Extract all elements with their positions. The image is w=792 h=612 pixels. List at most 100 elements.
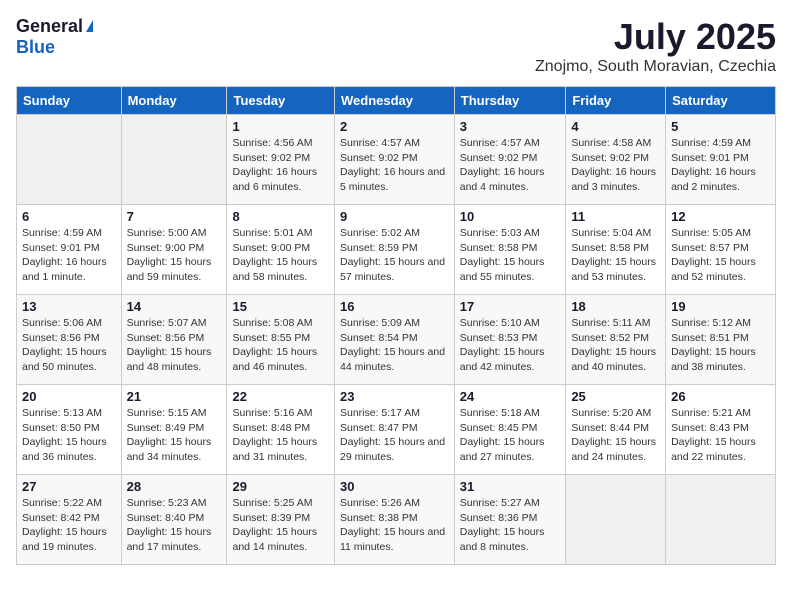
- table-row: [17, 115, 122, 205]
- day-info: Sunrise: 5:04 AMSunset: 8:58 PMDaylight:…: [571, 226, 660, 285]
- day-number: 27: [22, 479, 116, 494]
- day-info: Sunrise: 5:00 AMSunset: 9:00 PMDaylight:…: [127, 226, 222, 285]
- day-info: Sunrise: 5:06 AMSunset: 8:56 PMDaylight:…: [22, 316, 116, 375]
- day-number: 7: [127, 209, 222, 224]
- table-row: 11 Sunrise: 5:04 AMSunset: 8:58 PMDayligh…: [566, 205, 666, 295]
- day-info: Sunrise: 5:25 AMSunset: 8:39 PMDaylight:…: [232, 496, 329, 555]
- col-saturday: Saturday: [666, 87, 776, 115]
- day-info: Sunrise: 5:22 AMSunset: 8:42 PMDaylight:…: [22, 496, 116, 555]
- day-number: 31: [460, 479, 561, 494]
- day-info: Sunrise: 5:20 AMSunset: 8:44 PMDaylight:…: [571, 406, 660, 465]
- calendar-week-row: 1 Sunrise: 4:56 AMSunset: 9:02 PMDaylight…: [17, 115, 776, 205]
- table-row: 21 Sunrise: 5:15 AMSunset: 8:49 PMDayligh…: [121, 385, 227, 475]
- calendar-week-row: 13 Sunrise: 5:06 AMSunset: 8:56 PMDayligh…: [17, 295, 776, 385]
- logo-blue: Blue: [16, 37, 55, 57]
- day-number: 16: [340, 299, 449, 314]
- table-row: 17 Sunrise: 5:10 AMSunset: 8:53 PMDayligh…: [454, 295, 566, 385]
- day-number: 24: [460, 389, 561, 404]
- table-row: 10Sunrise: 5:03 AMSunset: 8:58 PMDayligh…: [454, 205, 566, 295]
- table-row: 24 Sunrise: 5:18 AMSunset: 8:45 PMDayligh…: [454, 385, 566, 475]
- table-row: [566, 475, 666, 565]
- day-info: Sunrise: 5:11 AMSunset: 8:52 PMDaylight:…: [571, 316, 660, 375]
- day-number: 29: [232, 479, 329, 494]
- logo-triangle-icon: [86, 20, 93, 32]
- calendar-title: July 2025: [535, 16, 776, 58]
- day-number: 3: [460, 119, 561, 134]
- day-info: Sunrise: 5:16 AMSunset: 8:48 PMDaylight:…: [232, 406, 329, 465]
- day-info: Sunrise: 4:56 AMSunset: 9:02 PMDaylight:…: [232, 136, 329, 195]
- day-number: 13: [22, 299, 116, 314]
- day-number: 17: [460, 299, 561, 314]
- day-info: Sunrise: 5:23 AMSunset: 8:40 PMDaylight:…: [127, 496, 222, 555]
- day-number: 25: [571, 389, 660, 404]
- day-info: Sunrise: 5:03 AMSunset: 8:58 PMDaylight:…: [460, 226, 561, 285]
- day-info: Sunrise: 5:12 AMSunset: 8:51 PMDaylight:…: [671, 316, 770, 375]
- day-number: 4: [571, 119, 660, 134]
- table-row: 28 Sunrise: 5:23 AMSunset: 8:40 PMDayligh…: [121, 475, 227, 565]
- day-number: 2: [340, 119, 449, 134]
- table-row: 4 Sunrise: 4:58 AMSunset: 9:02 PMDaylight…: [566, 115, 666, 205]
- day-info: Sunrise: 5:02 AMSunset: 8:59 PMDaylight:…: [340, 226, 449, 285]
- day-info: Sunrise: 5:21 AMSunset: 8:43 PMDaylight:…: [671, 406, 770, 465]
- day-info: Sunrise: 5:13 AMSunset: 8:50 PMDaylight:…: [22, 406, 116, 465]
- table-row: 19 Sunrise: 5:12 AMSunset: 8:51 PMDayligh…: [666, 295, 776, 385]
- day-info: Sunrise: 5:01 AMSunset: 9:00 PMDaylight:…: [232, 226, 329, 285]
- table-row: 27 Sunrise: 5:22 AMSunset: 8:42 PMDayligh…: [17, 475, 122, 565]
- table-row: 23 Sunrise: 5:17 AMSunset: 8:47 PMDayligh…: [334, 385, 454, 475]
- day-info: Sunrise: 5:10 AMSunset: 8:53 PMDaylight:…: [460, 316, 561, 375]
- calendar-week-row: 27 Sunrise: 5:22 AMSunset: 8:42 PMDayligh…: [17, 475, 776, 565]
- col-wednesday: Wednesday: [334, 87, 454, 115]
- table-row: 9Sunrise: 5:02 AMSunset: 8:59 PMDaylight…: [334, 205, 454, 295]
- day-number: 8: [232, 209, 329, 224]
- day-number: 12: [671, 209, 770, 224]
- day-number: 23: [340, 389, 449, 404]
- table-row: 13 Sunrise: 5:06 AMSunset: 8:56 PMDayligh…: [17, 295, 122, 385]
- calendar-header-row: Sunday Monday Tuesday Wednesday Thursday…: [17, 87, 776, 115]
- table-row: 6 Sunrise: 4:59 AMSunset: 9:01 PMDaylight…: [17, 205, 122, 295]
- day-number: 28: [127, 479, 222, 494]
- day-info: Sunrise: 5:15 AMSunset: 8:49 PMDaylight:…: [127, 406, 222, 465]
- col-sunday: Sunday: [17, 87, 122, 115]
- calendar-table: Sunday Monday Tuesday Wednesday Thursday…: [16, 86, 776, 565]
- title-block: July 2025 Znojmo, South Moravian, Czechi…: [535, 16, 776, 76]
- table-row: 12Sunrise: 5:05 AMSunset: 8:57 PMDayligh…: [666, 205, 776, 295]
- day-info: Sunrise: 5:27 AMSunset: 8:36 PMDaylight:…: [460, 496, 561, 555]
- day-number: 19: [671, 299, 770, 314]
- day-number: 14: [127, 299, 222, 314]
- day-info: Sunrise: 4:58 AMSunset: 9:02 PMDaylight:…: [571, 136, 660, 195]
- day-info: Sunrise: 4:59 AMSunset: 9:01 PMDaylight:…: [22, 226, 116, 285]
- day-info: Sunrise: 5:08 AMSunset: 8:55 PMDaylight:…: [232, 316, 329, 375]
- day-number: 15: [232, 299, 329, 314]
- day-number: 1: [232, 119, 329, 134]
- day-info: Sunrise: 5:17 AMSunset: 8:47 PMDaylight:…: [340, 406, 449, 465]
- day-number: 20: [22, 389, 116, 404]
- calendar-subtitle: Znojmo, South Moravian, Czechia: [535, 58, 776, 76]
- day-number: 11: [571, 209, 660, 224]
- day-info: Sunrise: 5:07 AMSunset: 8:56 PMDaylight:…: [127, 316, 222, 375]
- table-row: 8 Sunrise: 5:01 AMSunset: 9:00 PMDaylight…: [227, 205, 335, 295]
- day-info: Sunrise: 5:26 AMSunset: 8:38 PMDaylight:…: [340, 496, 449, 555]
- day-number: 5: [671, 119, 770, 134]
- calendar-week-row: 6 Sunrise: 4:59 AMSunset: 9:01 PMDaylight…: [17, 205, 776, 295]
- day-info: Sunrise: 4:57 AMSunset: 9:02 PMDaylight:…: [460, 136, 561, 195]
- table-row: 2 Sunrise: 4:57 AMSunset: 9:02 PMDaylight…: [334, 115, 454, 205]
- table-row: 7 Sunrise: 5:00 AMSunset: 9:00 PMDaylight…: [121, 205, 227, 295]
- table-row: 25 Sunrise: 5:20 AMSunset: 8:44 PMDayligh…: [566, 385, 666, 475]
- day-number: 21: [127, 389, 222, 404]
- day-info: Sunrise: 4:59 AMSunset: 9:01 PMDaylight:…: [671, 136, 770, 195]
- day-number: 6: [22, 209, 116, 224]
- table-row: 18Sunrise: 5:11 AMSunset: 8:52 PMDayligh…: [566, 295, 666, 385]
- table-row: [666, 475, 776, 565]
- day-info: Sunrise: 4:57 AMSunset: 9:02 PMDaylight:…: [340, 136, 449, 195]
- table-row: 20 Sunrise: 5:13 AMSunset: 8:50 PMDayligh…: [17, 385, 122, 475]
- table-row: 22Sunrise: 5:16 AMSunset: 8:48 PMDayligh…: [227, 385, 335, 475]
- table-row: 31 Sunrise: 5:27 AMSunset: 8:36 PMDayligh…: [454, 475, 566, 565]
- table-row: 1 Sunrise: 4:56 AMSunset: 9:02 PMDaylight…: [227, 115, 335, 205]
- day-info: Sunrise: 5:18 AMSunset: 8:45 PMDaylight:…: [460, 406, 561, 465]
- table-row: 16Sunrise: 5:09 AMSunset: 8:54 PMDayligh…: [334, 295, 454, 385]
- col-tuesday: Tuesday: [227, 87, 335, 115]
- logo-general: General: [16, 16, 83, 37]
- table-row: 14 Sunrise: 5:07 AMSunset: 8:56 PMDayligh…: [121, 295, 227, 385]
- table-row: 3 Sunrise: 4:57 AMSunset: 9:02 PMDaylight…: [454, 115, 566, 205]
- page-header: General Blue July 2025 Znojmo, South Mor…: [16, 16, 776, 76]
